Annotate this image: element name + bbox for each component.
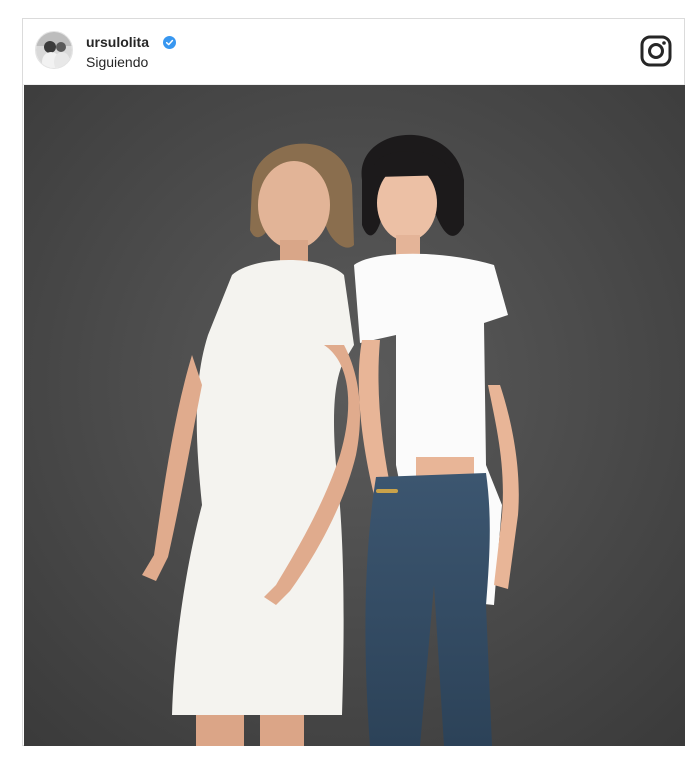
username[interactable]: ursulolita: [86, 34, 149, 50]
instagram-post-card: ursulolita Siguiendo: [22, 18, 685, 746]
instagram-icon[interactable]: [640, 35, 672, 67]
post-photo[interactable]: [24, 85, 685, 746]
post-header: ursulolita Siguiendo: [23, 19, 684, 85]
photo-illustration: [24, 85, 685, 746]
follow-status[interactable]: Siguiendo: [86, 54, 148, 70]
avatar[interactable]: [35, 31, 73, 69]
verified-badge-icon: [163, 36, 176, 49]
avatar-image: [36, 32, 72, 68]
